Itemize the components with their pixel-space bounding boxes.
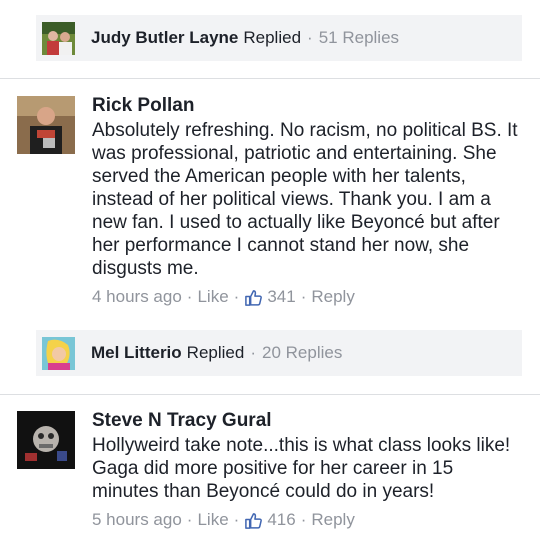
reply-author-name[interactable]: Judy Butler Layne xyxy=(91,28,238,48)
comment-rick-pollan: Rick Pollan Absolutely refreshing. No ra… xyxy=(0,94,540,314)
divider xyxy=(0,78,540,79)
avatar[interactable] xyxy=(17,411,75,469)
timestamp[interactable]: 4 hours ago xyxy=(92,287,182,307)
reply-author-name[interactable]: Mel Litterio xyxy=(91,343,182,363)
like-button[interactable]: Like xyxy=(197,287,228,307)
reply-bar-judy[interactable]: Judy Butler Layne Replied · 51 Replies xyxy=(36,15,522,61)
replied-label: Replied xyxy=(186,343,245,362)
separator: · xyxy=(233,510,240,529)
comment-text: Hollyweird take note...this is what clas… xyxy=(92,435,511,502)
separator: · xyxy=(233,287,240,306)
avatar[interactable] xyxy=(42,21,75,55)
thumbs-up-icon[interactable] xyxy=(244,511,263,530)
comment-text: Absolutely refreshing. No racism, no pol… xyxy=(92,120,518,279)
timestamp[interactable]: 5 hours ago xyxy=(92,510,182,530)
separator: · xyxy=(300,510,307,529)
divider xyxy=(0,394,540,395)
like-button[interactable]: Like xyxy=(197,510,228,530)
replied-label: Replied xyxy=(243,28,302,47)
avatar[interactable] xyxy=(17,96,75,154)
separator: · xyxy=(250,343,256,362)
like-count[interactable]: 416 xyxy=(267,510,295,530)
reply-button[interactable]: Reply xyxy=(311,287,354,307)
comment-meta: 5 hours ago · Like · 416 · Reply xyxy=(92,510,522,530)
comment-author[interactable]: Rick Pollan xyxy=(92,94,522,117)
like-count[interactable]: 341 xyxy=(267,287,295,307)
separator: · xyxy=(300,287,307,306)
comment-meta: 4 hours ago · Like · 341 · Reply xyxy=(92,287,522,307)
comment-steve-tracy-gural: Steve N Tracy Gural Hollyweird take note… xyxy=(0,409,540,539)
reply-count[interactable]: 51 Replies xyxy=(319,28,399,48)
avatar[interactable] xyxy=(42,336,75,370)
comment-author[interactable]: Steve N Tracy Gural xyxy=(92,409,522,432)
separator: · xyxy=(307,28,313,47)
reply-button[interactable]: Reply xyxy=(311,510,354,530)
reply-bar-mel[interactable]: Mel Litterio Replied · 20 Replies xyxy=(36,330,522,376)
reply-count[interactable]: 20 Replies xyxy=(262,343,342,363)
separator: · xyxy=(186,287,193,306)
thumbs-up-icon[interactable] xyxy=(244,288,263,307)
separator: · xyxy=(186,510,193,529)
